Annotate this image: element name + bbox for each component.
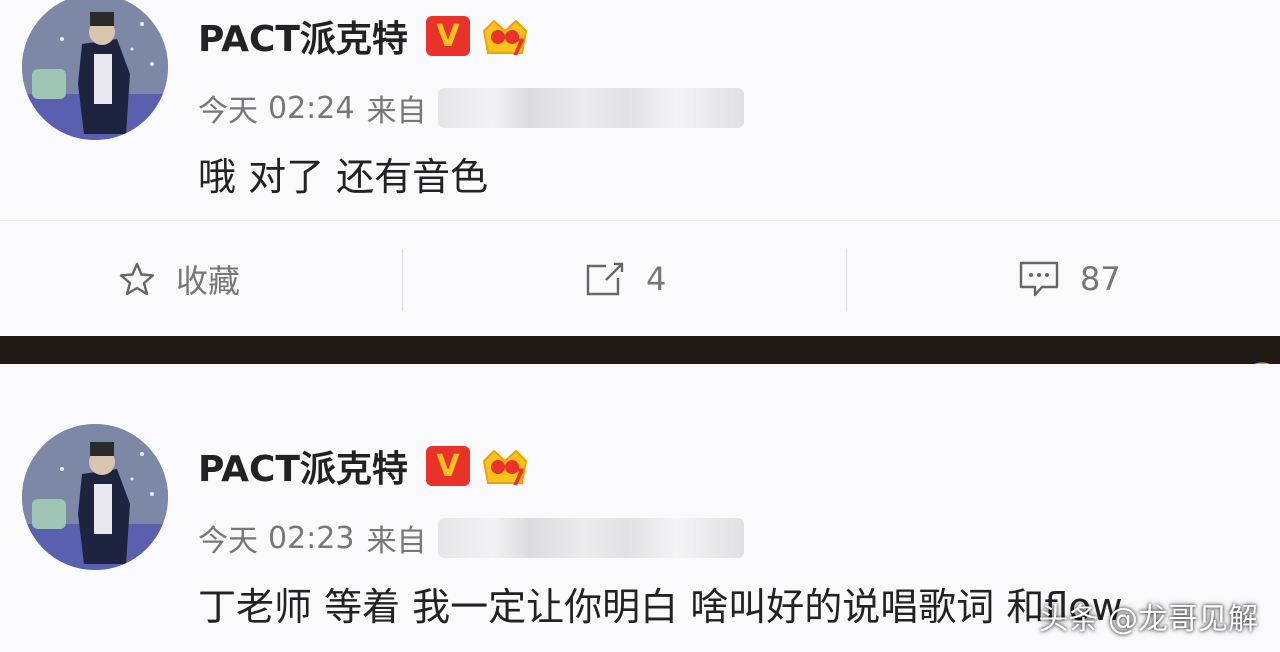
verified-badge: V — [425, 16, 470, 56]
post-meta: 今天 02:24 来自 — [198, 86, 745, 130]
blurred-source — [438, 88, 745, 128]
action-divider — [846, 249, 847, 311]
weibo-post-1: PACT派克特 V 7 今天 02:24 来自 哦 对了 还有音色 收藏 4 8… — [0, 0, 1280, 336]
comment-count: 87 — [1080, 260, 1121, 298]
comment-icon — [1019, 261, 1059, 297]
repost-button[interactable]: 4 — [584, 221, 666, 337]
share-icon — [586, 262, 624, 296]
comment-button[interactable]: 87 — [1018, 221, 1121, 337]
time-prefix: 今天 — [198, 524, 258, 559]
author-row: PACT派克特 V 7 — [198, 10, 530, 62]
action-divider — [402, 249, 403, 311]
time-prefix: 今天 — [198, 94, 258, 129]
post-time[interactable]: 02:23 — [268, 521, 354, 556]
favorite-button[interactable]: 收藏 — [118, 221, 240, 337]
blurred-source — [438, 518, 745, 558]
avatar-image — [22, 424, 168, 570]
repost-count: 4 — [646, 260, 667, 298]
action-bar: 收藏 4 87 — [0, 220, 1280, 336]
author-row: PACT派克特 V 7 — [198, 440, 530, 492]
star-icon — [119, 262, 155, 296]
crown-7-icon: 7 — [480, 443, 530, 491]
from-label: 来自 — [366, 524, 427, 559]
post-meta: 今天 02:23 来自 — [198, 516, 745, 560]
svg-text:7: 7 — [510, 36, 525, 59]
verified-badge: V — [425, 446, 470, 486]
username[interactable]: PACT派克特 — [198, 440, 408, 492]
post-content: 丁老师 等着 我一定让你明白 啥叫好的说唱歌词 和flow — [198, 585, 1123, 629]
post-time[interactable]: 02:24 — [268, 91, 354, 126]
crown-7-icon: 7 — [480, 13, 530, 61]
svg-text:7: 7 — [510, 466, 525, 489]
watermark: 头条 @龙哥见解 — [1038, 602, 1258, 637]
post-separator — [0, 336, 1280, 364]
post-content: 哦 对了 还有音色 — [198, 155, 489, 199]
avatar[interactable] — [22, 424, 168, 570]
avatar[interactable] — [22, 0, 168, 140]
favorite-label: 收藏 — [176, 262, 241, 300]
avatar-image — [22, 0, 168, 140]
from-label: 来自 — [366, 94, 427, 129]
username[interactable]: PACT派克特 — [198, 10, 408, 62]
